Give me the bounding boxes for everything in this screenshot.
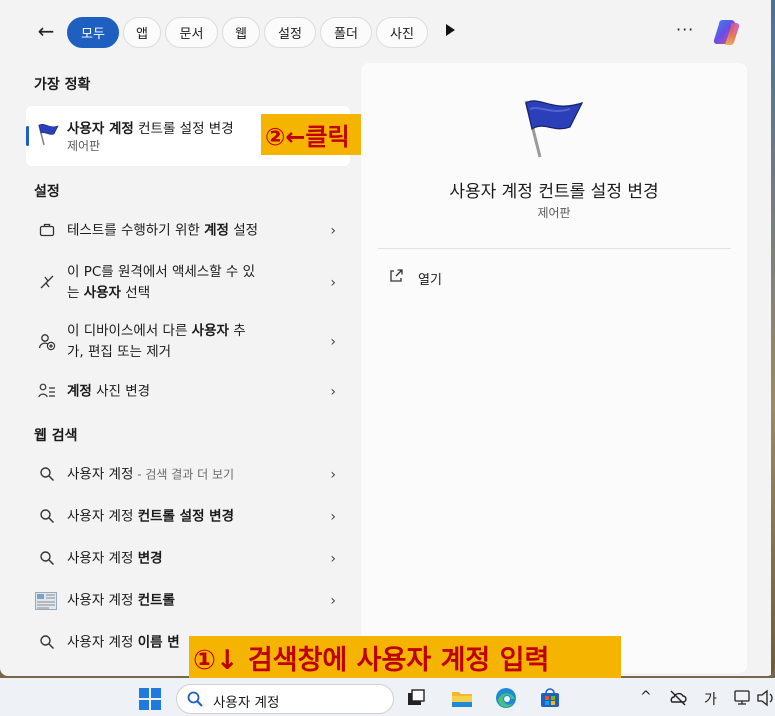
add-user-icon bbox=[38, 333, 56, 351]
best-match-title: 사용자 계정 컨트롤 설정 변경 bbox=[67, 121, 234, 137]
chevron-right-icon[interactable]: › bbox=[330, 551, 336, 567]
network-icon[interactable] bbox=[733, 688, 753, 708]
search-query-text: 사용자 계정 bbox=[213, 695, 280, 711]
flag-icon bbox=[38, 124, 59, 146]
filter-chip-all[interactable]: 모두 bbox=[67, 17, 119, 48]
annotation-search-callout: ①↓ 검색창에 사용자 계정 입력 bbox=[189, 636, 621, 678]
result-detail-pane: 사용자 계정 컨트롤 설정 변경 제어판 열기 bbox=[361, 63, 747, 673]
onedrive-offline-icon[interactable] bbox=[668, 688, 688, 708]
search-icon bbox=[187, 691, 203, 707]
taskbar: 사용자 계정 ^ 가 bbox=[0, 678, 775, 716]
filter-chip-apps[interactable]: 앱 bbox=[123, 17, 161, 48]
detail-subtitle: 제어판 bbox=[537, 206, 571, 220]
chevron-right-icon[interactable]: › bbox=[330, 467, 336, 483]
chevron-right-icon[interactable]: › bbox=[330, 384, 336, 400]
settings-heading: 설정 bbox=[34, 184, 60, 200]
chevron-right-icon[interactable]: › bbox=[330, 275, 336, 291]
settings-result-account-picture[interactable]: 계정 사진 변경 › bbox=[30, 377, 346, 407]
file-explorer-icon[interactable] bbox=[451, 687, 473, 709]
volume-icon[interactable] bbox=[756, 688, 775, 708]
microsoft-store-icon[interactable] bbox=[539, 687, 561, 709]
filter-chip-folders[interactable]: 폴더 bbox=[320, 17, 372, 48]
more-options-button[interactable]: ··· bbox=[676, 20, 694, 39]
start-search-panel: ← 모두 앱 문서 웹 설정 폴더 사진 ··· 가장 정확 사용자 계정 컨트… bbox=[0, 0, 775, 676]
detail-title: 사용자 계정 컨트롤 설정 변경 bbox=[449, 182, 659, 202]
ime-language-indicator[interactable]: 가 bbox=[704, 689, 717, 709]
result-label: 사용자 계정 컨트롤 설정 변경 bbox=[67, 508, 235, 525]
arrow-left-icon[interactable]: ← bbox=[34, 19, 58, 43]
selection-indicator bbox=[26, 126, 29, 146]
briefcase-icon bbox=[38, 222, 56, 240]
settings-result-add-user[interactable]: 이 디바이스에서 다른 사용자 추 가, 편집 또는 제거 › bbox=[30, 321, 346, 363]
wallpaper-edge bbox=[771, 0, 775, 676]
search-icon bbox=[38, 634, 56, 652]
settings-result-test-account[interactable]: 테스트를 수행하기 위한 계정 설정 › bbox=[30, 216, 346, 246]
windows-start-icon[interactable] bbox=[139, 688, 161, 710]
edge-browser-icon[interactable] bbox=[495, 687, 517, 709]
web-result-3[interactable]: 사용자 계정 변경 › bbox=[30, 544, 346, 574]
result-label: 이 디바이스에서 다른 사용자 추 가, 편집 또는 제거 bbox=[67, 323, 246, 360]
result-label: 사용자 계정 - 검색 결과 더 보기 bbox=[67, 466, 235, 483]
open-action[interactable]: 열기 bbox=[418, 269, 442, 288]
result-label: 이 PC를 원격에서 액세스할 수 있는 사용자 선택 bbox=[67, 264, 256, 301]
flag-icon bbox=[524, 100, 584, 158]
more-filters-arrow-icon[interactable] bbox=[446, 24, 455, 36]
search-icon bbox=[38, 508, 56, 526]
search-icon bbox=[38, 466, 56, 484]
taskbar-search-input[interactable]: 사용자 계정 bbox=[176, 684, 394, 714]
result-label: 사용자 계정 컨트롤 bbox=[67, 592, 175, 609]
result-label: 테스트를 수행하기 위한 계정 설정 bbox=[67, 222, 259, 239]
remote-icon bbox=[38, 274, 56, 292]
filter-chip-documents[interactable]: 문서 bbox=[165, 17, 218, 48]
web-result-1[interactable]: 사용자 계정 - 검색 결과 더 보기 › bbox=[30, 460, 346, 490]
web-result-4[interactable]: 사용자 계정 컨트롤 › bbox=[30, 586, 346, 616]
chevron-right-icon[interactable]: › bbox=[330, 593, 336, 609]
open-external-icon[interactable] bbox=[388, 268, 404, 284]
search-icon bbox=[38, 550, 56, 568]
divider bbox=[378, 248, 731, 249]
best-match-subtitle: 제어판 bbox=[67, 139, 101, 153]
result-label: 사용자 계정 변경 bbox=[67, 550, 163, 567]
chevron-right-icon[interactable]: › bbox=[330, 223, 336, 239]
copilot-icon[interactable] bbox=[712, 17, 742, 47]
filter-chip-settings[interactable]: 설정 bbox=[264, 17, 316, 48]
filter-bar: ← 모두 앱 문서 웹 설정 폴더 사진 ··· bbox=[0, 0, 775, 64]
thumbnail-icon bbox=[35, 592, 57, 610]
result-label: 계정 사진 변경 bbox=[67, 383, 151, 400]
best-match-heading: 가장 정확 bbox=[34, 77, 91, 93]
tray-overflow-chevron[interactable]: ^ bbox=[640, 689, 652, 705]
chevron-right-icon[interactable]: › bbox=[330, 334, 336, 350]
chevron-right-icon[interactable]: › bbox=[330, 509, 336, 525]
filter-chip-web[interactable]: 웹 bbox=[222, 17, 260, 48]
filter-chip-photos[interactable]: 사진 bbox=[376, 17, 428, 48]
task-view-icon[interactable] bbox=[405, 687, 427, 709]
account-picture-icon bbox=[38, 383, 56, 401]
web-result-2[interactable]: 사용자 계정 컨트롤 설정 변경 › bbox=[30, 502, 346, 532]
settings-result-remote-access[interactable]: 이 PC를 원격에서 액세스할 수 있는 사용자 선택 › bbox=[30, 262, 346, 304]
web-search-heading: 웹 검색 bbox=[34, 428, 78, 444]
